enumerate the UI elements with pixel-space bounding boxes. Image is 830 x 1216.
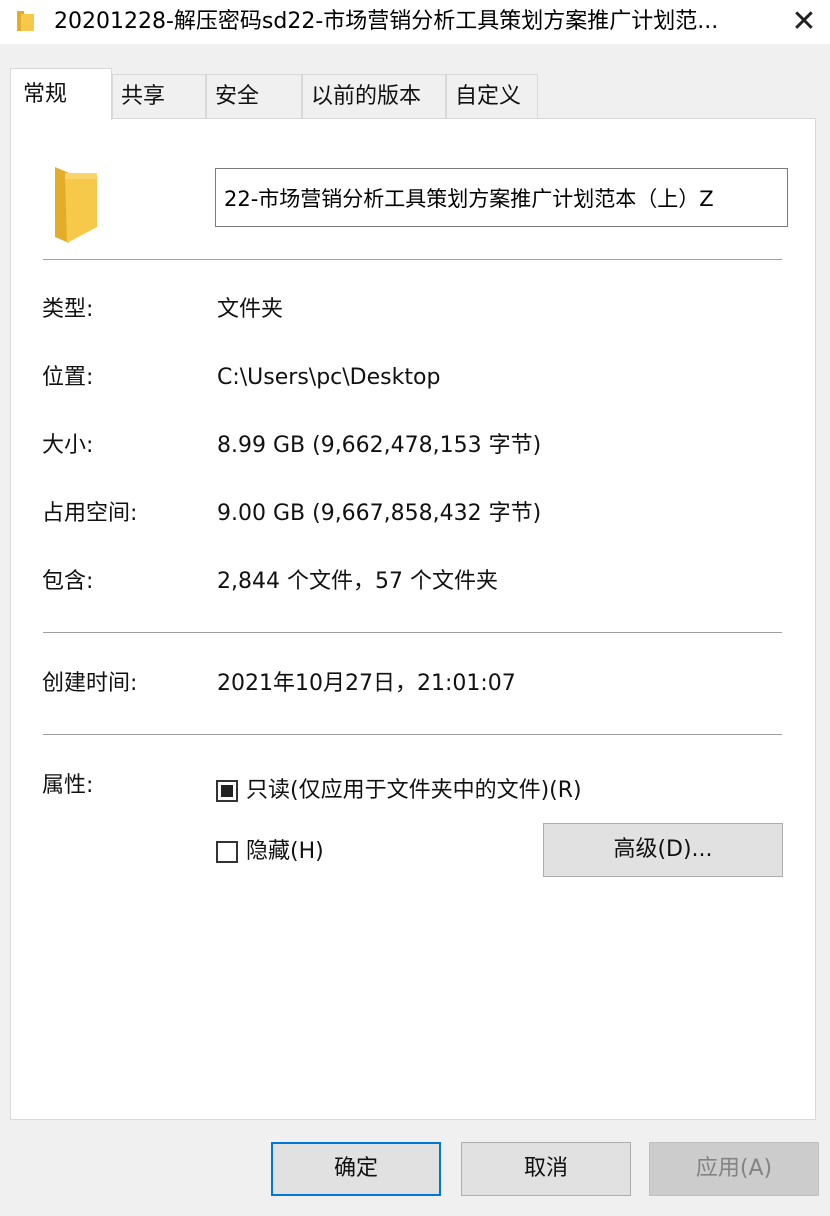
folder-icon [55,167,97,243]
tab-customize[interactable]: 自定义 [446,74,538,118]
attributes-label: 属性: [42,773,94,798]
folder-icon [17,11,34,31]
size-on-disk-label: 占用空间: [42,501,138,526]
size-label: 大小: [42,433,94,458]
title-bar: 20201228-解压密码sd22-市场营销分析工具策划方案推广计划范... ✕ [0,0,830,44]
folder-name-input[interactable] [215,168,788,227]
divider [43,632,782,633]
type-label: 类型: [42,297,94,322]
tab-previous-versions[interactable]: 以前的版本 [302,74,446,118]
hidden-label: 隐藏(H) [246,839,324,864]
tab-general[interactable]: 常规 [10,68,112,120]
tab-sharing[interactable]: 共享 [112,74,206,118]
contains-label: 包含: [42,569,94,594]
size-value: 8.99 GB (9,662,478,153 字节) [217,433,542,458]
location-label: 位置: [42,365,94,390]
divider [43,259,782,260]
hidden-checkbox[interactable] [216,841,238,863]
tab-security[interactable]: 安全 [206,74,302,118]
properties-dialog: 20201228-解压密码sd22-市场营销分析工具策划方案推广计划范... ✕… [0,0,830,1216]
readonly-checkbox-row[interactable]: 只读(仅应用于文件夹中的文件)(R) [216,776,582,806]
created-value: 2021年10月27日，21:01:07 [217,671,516,696]
size-on-disk-value: 9.00 GB (9,667,858,432 字节) [217,501,542,526]
advanced-button[interactable]: 高级(D)... [543,823,783,877]
readonly-checkbox[interactable] [216,780,238,802]
type-value: 文件夹 [217,297,284,322]
location-value: C:\Users\pc\Desktop [217,365,441,390]
created-label: 创建时间: [42,671,138,696]
ok-button[interactable]: 确定 [271,1142,441,1196]
cancel-button[interactable]: 取消 [461,1142,631,1196]
window-title: 20201228-解压密码sd22-市场营销分析工具策划方案推广计划范... [54,9,719,34]
general-panel: 类型: 文件夹 位置: C:\Users\pc\Desktop 大小: 8.99… [10,118,816,1120]
hidden-checkbox-row[interactable]: 隐藏(H) [216,837,324,867]
close-icon[interactable]: ✕ [786,4,822,40]
readonly-label: 只读(仅应用于文件夹中的文件)(R) [246,778,582,803]
divider [43,734,782,735]
contains-value: 2,844 个文件，57 个文件夹 [217,569,498,594]
apply-button[interactable]: 应用(A) [649,1142,819,1196]
